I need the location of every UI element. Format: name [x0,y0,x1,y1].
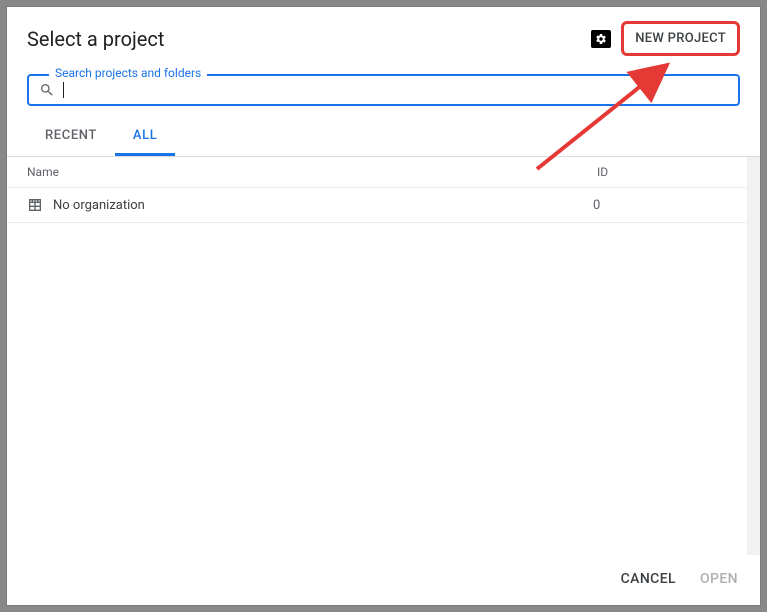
row-name: No organization [53,198,593,213]
column-name: Name [27,165,597,179]
header-actions: NEW PROJECT [591,21,740,56]
tab-all[interactable]: ALL [115,120,175,156]
dialog-footer: CANCEL OPEN [7,555,760,605]
table-header: Name ID [7,157,760,188]
search-input[interactable] [64,82,728,98]
projects-table: Name ID No organization 0 [7,156,760,555]
search-wrap: Search projects and folders [27,74,740,106]
organization-icon [27,197,43,213]
project-picker-dialog: Select a project NEW PROJECT Search proj… [7,7,760,605]
column-id: ID [597,165,740,179]
dialog-title: Select a project [27,27,164,51]
search-label: Search projects and folders [49,66,207,80]
gear-icon[interactable] [591,30,611,48]
new-project-highlight: NEW PROJECT [621,21,740,56]
row-id: 0 [593,198,740,213]
search-section: Search projects and folders [7,64,760,106]
dialog-header: Select a project NEW PROJECT [7,7,760,64]
open-button[interactable]: OPEN [700,571,738,587]
table-row[interactable]: No organization 0 [7,188,760,223]
tab-recent[interactable]: RECENT [27,120,115,156]
tabs: RECENT ALL [7,106,760,156]
cancel-button[interactable]: CANCEL [621,571,676,587]
scrollbar[interactable] [747,157,760,555]
search-icon [39,82,55,98]
new-project-button[interactable]: NEW PROJECT [625,25,736,52]
